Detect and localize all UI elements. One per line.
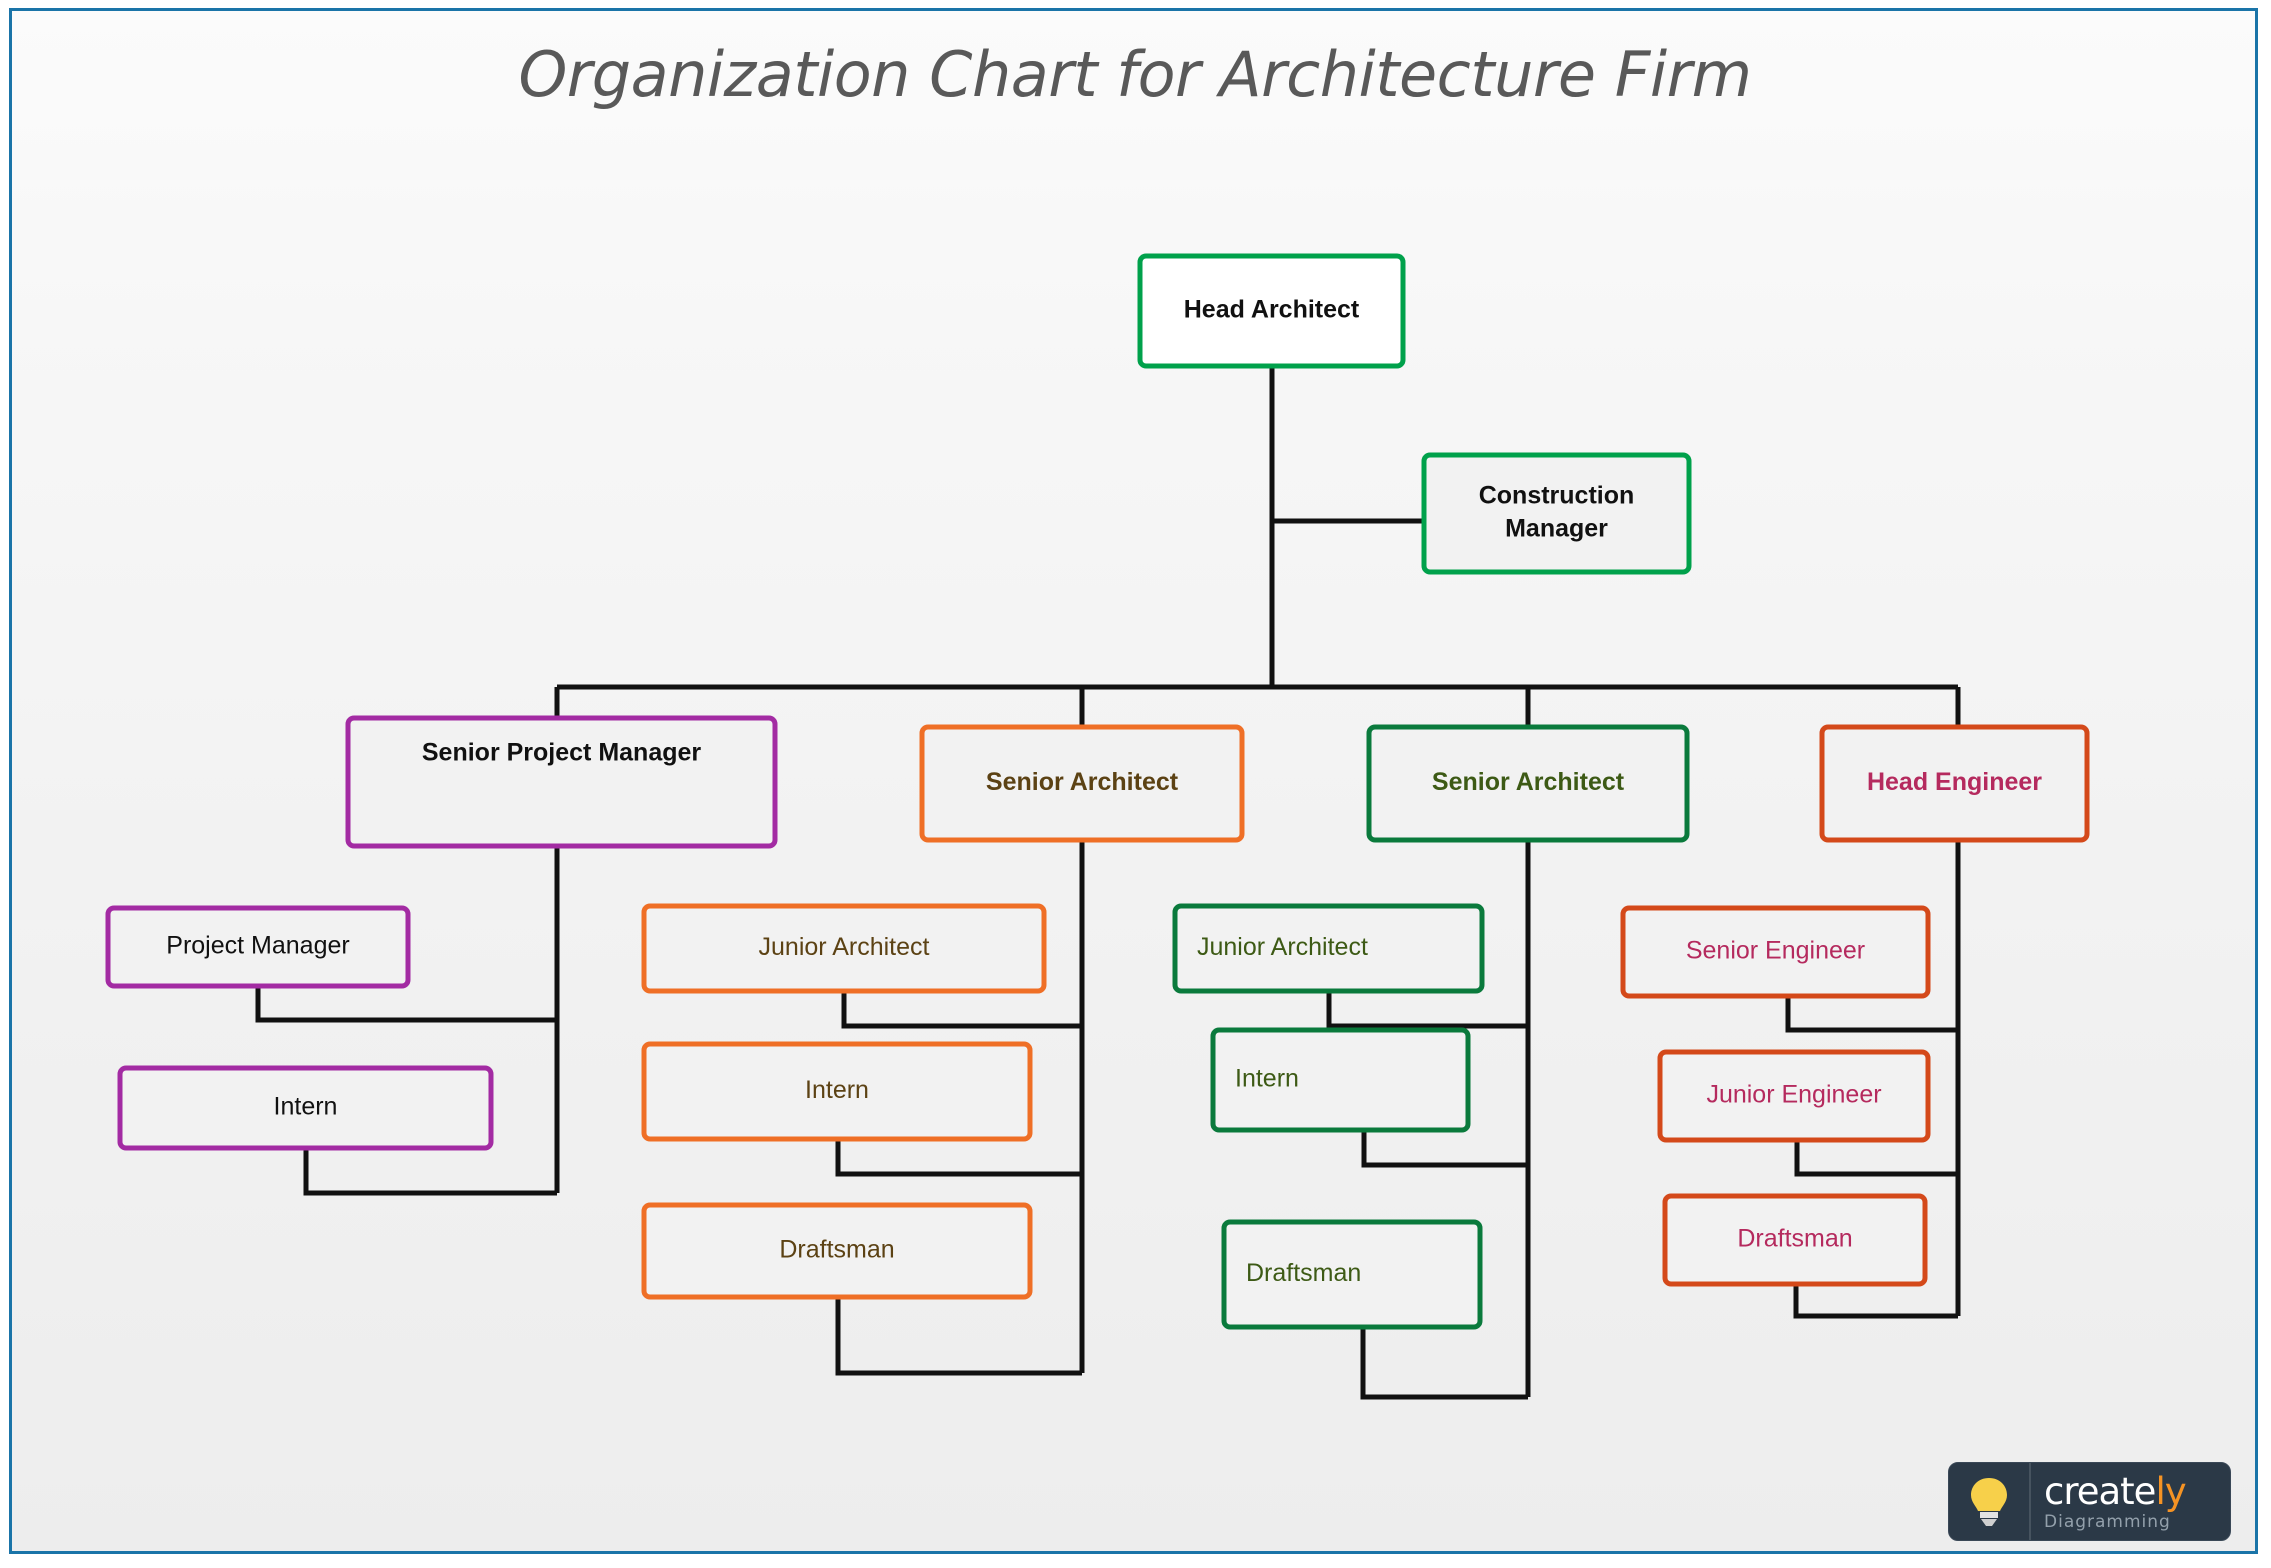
node-construction-manager[interactable]: Construction Manager — [1421, 452, 1692, 575]
node-head-engineer[interactable]: Head Engineer — [1819, 724, 2090, 843]
lightbulb-icon — [1971, 1477, 2007, 1526]
organization-chart-page: Organization Chart for Architecture Firm… — [0, 0, 2271, 1568]
node-intern-green[interactable]: Intern — [1210, 1027, 1471, 1133]
brand-tagline: Diagramming — [2044, 1511, 2171, 1532]
brand-text-cell: creately Diagramming — [2031, 1473, 2230, 1531]
connector-line — [1360, 1327, 1528, 1400]
page-title: Organization Chart for Architecture Firm — [519, 38, 1752, 111]
node-draftsman-orange[interactable]: Draftsman — [641, 1202, 1033, 1300]
brand-name-primary: create — [2044, 1469, 2156, 1513]
connector-line — [835, 1297, 1082, 1376]
node-label: Head Engineer — [1867, 768, 2042, 796]
connector-line — [303, 1148, 557, 1196]
node-junior-architect-orange[interactable]: Junior Architect — [641, 903, 1047, 994]
lightbulb-icon-cell — [1949, 1463, 2031, 1540]
connector-line — [1326, 991, 1528, 1029]
node-box[interactable] — [1421, 452, 1692, 575]
connector-line — [1794, 1140, 1958, 1177]
node-label: Intern — [805, 1076, 869, 1104]
node-intern-purple[interactable]: Intern — [117, 1065, 494, 1151]
connector-line — [835, 1139, 1082, 1177]
node-label: Draftsman — [1246, 1259, 1361, 1287]
node-project-manager[interactable]: Project Manager — [105, 905, 411, 989]
node-label: Manager — [1505, 515, 1608, 543]
node-label: Junior Engineer — [1706, 1081, 1881, 1109]
node-layer: Head Architect Construction Manager Senior … — [105, 253, 2090, 1330]
node-senior-project-manager[interactable]: Senior Project Manager — [345, 715, 778, 849]
node-label: Junior Architect — [1197, 933, 1368, 961]
creately-watermark: creately Diagramming — [1948, 1462, 2231, 1541]
node-label: Draftsman — [779, 1236, 894, 1264]
connector-line — [1361, 1130, 1528, 1168]
node-label: Draftsman — [1737, 1225, 1852, 1253]
node-senior-engineer[interactable]: Senior Engineer — [1620, 905, 1931, 999]
node-senior-architect-green[interactable]: Senior Architect — [1366, 724, 1690, 843]
node-label: Senior Engineer — [1686, 937, 1865, 965]
node-label: Head Architect — [1184, 296, 1360, 324]
connector-line — [1785, 996, 1958, 1033]
node-senior-architect-orange[interactable]: Senior Architect — [919, 724, 1245, 843]
node-junior-architect-green[interactable]: Junior Architect — [1172, 903, 1485, 994]
node-label: Senior Architect — [986, 768, 1179, 796]
node-label: Senior Architect — [1432, 768, 1625, 796]
node-label: Junior Architect — [759, 933, 930, 961]
node-junior-engineer[interactable]: Junior Engineer — [1657, 1049, 1931, 1143]
node-label: Intern — [274, 1093, 338, 1121]
node-intern-orange[interactable]: Intern — [641, 1041, 1033, 1142]
node-label: Project Manager — [166, 932, 349, 960]
diagram-svg: Organization Chart for Architecture Firm… — [105, 38, 2090, 1400]
brand-name-accent: ly — [2155, 1469, 2186, 1513]
node-box[interactable] — [345, 715, 778, 849]
node-draftsman-green[interactable]: Draftsman — [1221, 1219, 1483, 1330]
node-label: Construction — [1479, 482, 1635, 510]
node-label: Intern — [1235, 1065, 1299, 1093]
node-label: Senior Project Manager — [422, 739, 702, 767]
connector-line — [255, 986, 557, 1023]
connector-line — [841, 991, 1082, 1029]
node-head-architect[interactable]: Head Architect — [1137, 253, 1406, 369]
brand-name: creately — [2044, 1473, 2230, 1510]
diagram-title-group: Organization Chart for Architecture Firm — [519, 38, 1753, 111]
node-draftsman-red[interactable]: Draftsman — [1662, 1193, 1928, 1287]
connector-line — [1793, 1284, 1958, 1319]
